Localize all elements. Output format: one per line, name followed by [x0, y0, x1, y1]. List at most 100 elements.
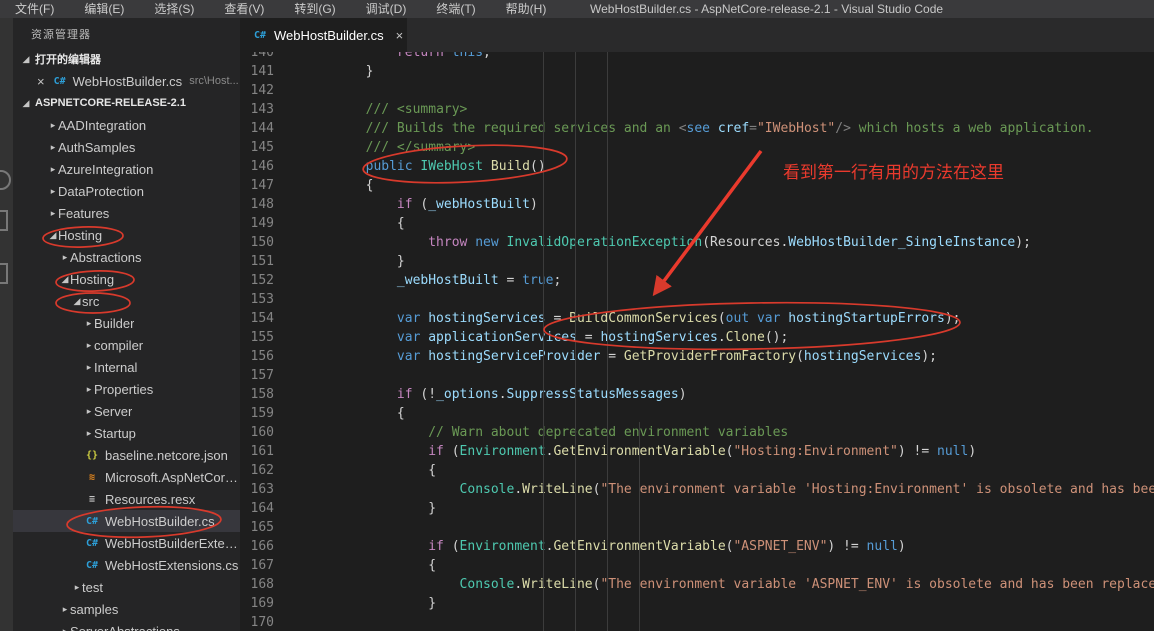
tree-item-samples[interactable]: ▸samples — [13, 598, 240, 620]
code-line-168[interactable]: 168 Console.WriteLine("The environment v… — [240, 575, 1154, 594]
activity-bar[interactable] — [0, 18, 13, 631]
csharp-icon: C# — [84, 538, 100, 549]
tree-item-src[interactable]: ◢src — [13, 290, 240, 312]
close-icon[interactable]: × — [37, 74, 45, 89]
code-line-170[interactable]: 170 — [240, 613, 1154, 631]
code-line-149[interactable]: 149 { — [240, 214, 1154, 233]
chevron-collapsed-icon: ▸ — [84, 384, 94, 395]
tree-item-baseline-netcore-json[interactable]: {}baseline.netcore.json — [13, 444, 240, 466]
code-line-154[interactable]: 154 var hostingServices = BuildCommonSer… — [240, 309, 1154, 328]
line-number: 161 — [240, 442, 274, 461]
code-line-155[interactable]: 155 var applicationServices = hostingSer… — [240, 328, 1154, 347]
tree-item-microsoft-aspnetcore-[interactable]: ≋Microsoft.AspNetCore.... — [13, 466, 240, 488]
nuget-icon: ≋ — [84, 472, 100, 483]
explorer-panel-title: 资源管理器 — [13, 18, 240, 48]
search-icon[interactable] — [0, 170, 11, 190]
menu-帮助H[interactable]: 帮助(H) — [491, 0, 562, 18]
title-bar: 文件(F)编辑(E)选择(S)查看(V)转到(G)调试(D)终端(T)帮助(H)… — [0, 0, 1154, 18]
source-control-icon[interactable] — [0, 210, 8, 231]
tree-item-webhostbuilderextens-[interactable]: C#WebHostBuilderExtens... — [13, 532, 240, 554]
tree-item-hosting[interactable]: ◢Hosting — [13, 224, 240, 246]
line-number: 140 — [240, 52, 274, 62]
code-line-160[interactable]: 160 // Warn about deprecated environment… — [240, 423, 1154, 442]
chevron-collapsed-icon: ▸ — [84, 406, 94, 417]
code-line-164[interactable]: 164 } — [240, 499, 1154, 518]
code-line-143[interactable]: 143 /// <summary> — [240, 100, 1154, 119]
indent-guide — [543, 52, 544, 631]
menu-文件F[interactable]: 文件(F) — [0, 0, 69, 18]
open-editor-webhostbuilder[interactable]: × C# WebHostBuilder.cs src\Host... — [13, 70, 240, 92]
tree-item-server[interactable]: ▸Server — [13, 400, 240, 422]
tree-item-authsamples[interactable]: ▸AuthSamples — [13, 136, 240, 158]
tree-item-serverabstractions[interactable]: ▸ServerAbstractions — [13, 620, 240, 631]
chevron-collapsed-icon: ▸ — [60, 252, 70, 263]
code-line-148[interactable]: 148 if (_webHostBuilt) — [240, 195, 1154, 214]
tree-item-resources-resx[interactable]: ≡Resources.resx — [13, 488, 240, 510]
line-number: 170 — [240, 613, 274, 631]
code-line-159[interactable]: 159 { — [240, 404, 1154, 423]
menu-转到G[interactable]: 转到(G) — [279, 0, 350, 18]
tree-item-builder[interactable]: ▸Builder — [13, 312, 240, 334]
tree-item-webhostbuilder-cs[interactable]: C#WebHostBuilder.cs — [13, 510, 240, 532]
code-line-156[interactable]: 156 var hostingServiceProvider = GetProv… — [240, 347, 1154, 366]
line-number: 145 — [240, 138, 274, 157]
tree-item-abstractions[interactable]: ▸Abstractions — [13, 246, 240, 268]
tree-item-test[interactable]: ▸test — [13, 576, 240, 598]
code-line-153[interactable]: 153 — [240, 290, 1154, 309]
extensions-icon[interactable] — [0, 263, 8, 284]
menu-查看V[interactable]: 查看(V) — [209, 0, 279, 18]
code-line-158[interactable]: 158 if (!_options.SuppressStatusMessages… — [240, 385, 1154, 404]
tab-webhostbuilder-cs[interactable]: C# WebHostBuilder.cs × — [240, 18, 407, 52]
code-line-151[interactable]: 151 } — [240, 252, 1154, 271]
code-line-165[interactable]: 165 — [240, 518, 1154, 537]
tree-item-dataprotection[interactable]: ▸DataProtection — [13, 180, 240, 202]
tree-item-compiler[interactable]: ▸compiler — [13, 334, 240, 356]
code-line-169[interactable]: 169 } — [240, 594, 1154, 613]
code-line-145[interactable]: 145 /// </summary> — [240, 138, 1154, 157]
line-number: 165 — [240, 518, 274, 537]
code-line-142[interactable]: 142 — [240, 81, 1154, 100]
open-editors-header[interactable]: ◢ 打开的编辑器 — [13, 48, 240, 70]
code-line-146[interactable]: 146 public IWebHost Build() — [240, 157, 1154, 176]
tree-item-aadintegration[interactable]: ▸AADIntegration — [13, 114, 240, 136]
code-line-140[interactable]: 140 return this; — [240, 52, 1154, 62]
code-text: { — [303, 214, 1154, 233]
code-text — [303, 366, 1154, 385]
code-line-147[interactable]: 147 { — [240, 176, 1154, 195]
code-line-150[interactable]: 150 throw new InvalidOperationException(… — [240, 233, 1154, 252]
code-line-144[interactable]: 144 /// Builds the required services and… — [240, 119, 1154, 138]
tree-item-properties[interactable]: ▸Properties — [13, 378, 240, 400]
code-line-166[interactable]: 166 if (Environment.GetEnvironmentVariab… — [240, 537, 1154, 556]
menu-编辑E[interactable]: 编辑(E) — [69, 0, 139, 18]
line-number: 142 — [240, 81, 274, 100]
menu-终端T[interactable]: 终端(T) — [421, 0, 490, 18]
tree-item-internal[interactable]: ▸Internal — [13, 356, 240, 378]
code-line-167[interactable]: 167 { — [240, 556, 1154, 575]
tree-item-hosting[interactable]: ◢Hosting — [13, 268, 240, 290]
code-line-163[interactable]: 163 Console.WriteLine("The environment v… — [240, 480, 1154, 499]
code-text: Console.WriteLine("The environment varia… — [303, 575, 1154, 594]
code-line-162[interactable]: 162 { — [240, 461, 1154, 480]
chevron-expanded-icon: ◢ — [60, 274, 70, 285]
menu-调试D[interactable]: 调试(D) — [351, 0, 422, 18]
code-line-157[interactable]: 157 — [240, 366, 1154, 385]
csharp-file-icon: C# — [252, 30, 268, 41]
code-text: _webHostBuilt = true; — [303, 271, 1154, 290]
workspace-root-header[interactable]: ◢ ASPNETCORE-RELEASE-2.1 — [13, 92, 240, 114]
tree-item-label: Startup — [94, 426, 136, 441]
code-text: throw new InvalidOperationException(Reso… — [303, 233, 1154, 252]
tab-close-icon[interactable]: × — [396, 28, 404, 43]
code-line-152[interactable]: 152 _webHostBuilt = true; — [240, 271, 1154, 290]
code-line-161[interactable]: 161 if (Environment.GetEnvironmentVariab… — [240, 442, 1154, 461]
code-editor[interactable]: 140 return this;141 }142143 /// <summary… — [240, 52, 1154, 631]
chevron-collapsed-icon: ▸ — [84, 428, 94, 439]
code-line-141[interactable]: 141 } — [240, 62, 1154, 81]
tree-item-startup[interactable]: ▸Startup — [13, 422, 240, 444]
chevron-expanded-icon: ◢ — [48, 230, 58, 241]
menu-选择S[interactable]: 选择(S) — [139, 0, 209, 18]
tree-item-azureintegration[interactable]: ▸AzureIntegration — [13, 158, 240, 180]
tree-item-label: ServerAbstractions — [70, 624, 180, 631]
code-text: if (_webHostBuilt) — [303, 195, 1154, 214]
tree-item-webhostextensions-cs[interactable]: C#WebHostExtensions.cs — [13, 554, 240, 576]
tree-item-features[interactable]: ▸Features — [13, 202, 240, 224]
